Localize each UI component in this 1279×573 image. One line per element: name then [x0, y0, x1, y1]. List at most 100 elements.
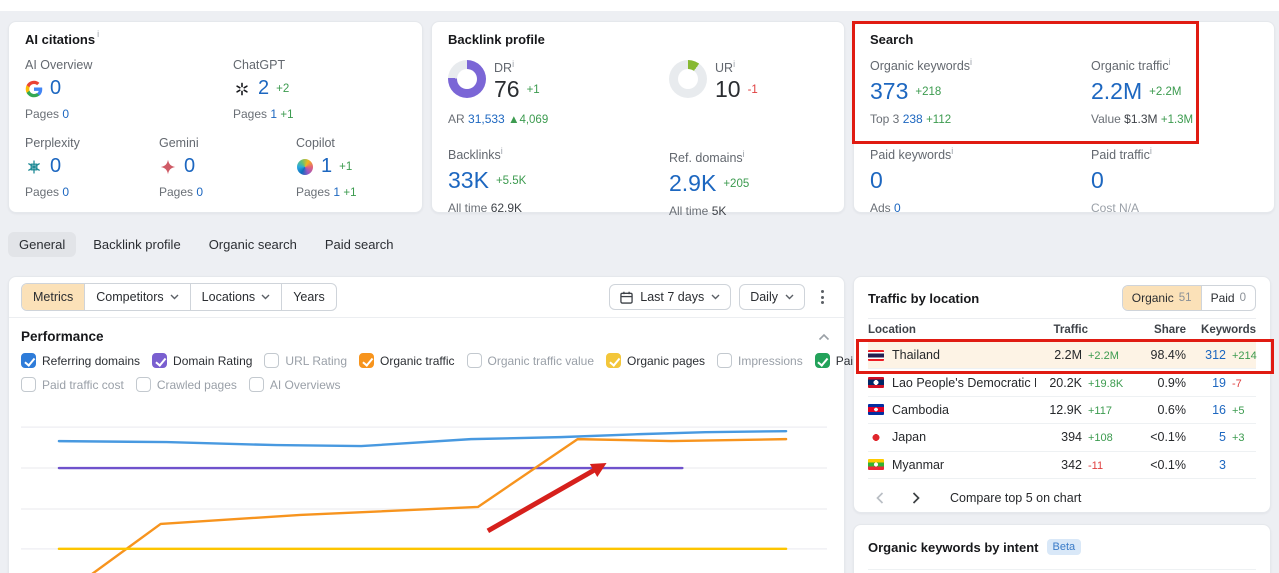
info-icon[interactable]: i: [1169, 57, 1171, 67]
metric-value[interactable]: 0: [50, 155, 61, 178]
date-range-button[interactable]: Last 7 days: [609, 284, 732, 310]
checkbox-box[interactable]: [248, 377, 264, 392]
tab-general[interactable]: General: [8, 232, 77, 257]
checkbox-organic-pages[interactable]: Organic pages: [606, 353, 705, 368]
checkbox-box[interactable]: [264, 353, 280, 368]
info-icon[interactable]: i: [512, 59, 514, 69]
metric-value[interactable]: 2: [258, 77, 269, 100]
checkbox-domain-rating[interactable]: Domain Rating: [152, 353, 252, 368]
metric-value[interactable]: 0: [184, 155, 195, 178]
paid-toggle[interactable]: Paid 0: [1202, 286, 1255, 310]
prev-page-button[interactable]: [868, 490, 892, 506]
compare-top5-link[interactable]: Compare top 5 on chart: [950, 491, 1081, 505]
checkbox-organic-traffic[interactable]: Organic traffic: [359, 353, 455, 368]
traffic-delta: +2.2M: [1088, 350, 1119, 363]
ads-value[interactable]: 0: [894, 201, 901, 215]
keywords-value[interactable]: 312: [1186, 348, 1226, 362]
table-row-thailand[interactable]: Thailand 2.2M +2.2M 98.4% 312 +214: [868, 342, 1257, 370]
ai-overview-block: AI Overview 0 Pages 0: [25, 58, 233, 121]
checkbox-impressions[interactable]: Impressions: [717, 353, 803, 368]
perplexity-icon: [25, 158, 43, 176]
checkbox-box[interactable]: [717, 353, 733, 368]
paid-keywords-label: Paid keywords: [870, 148, 952, 163]
top3-value[interactable]: 238: [903, 112, 923, 126]
tab-organic-search[interactable]: Organic search: [198, 232, 308, 257]
ref-domains-value[interactable]: 2.9K: [669, 170, 716, 197]
pages-label: Pages: [296, 185, 331, 199]
next-page-button[interactable]: [904, 490, 928, 506]
info-icon[interactable]: i: [970, 57, 972, 67]
keywords-value[interactable]: 16: [1186, 403, 1226, 417]
dr-value: 76: [494, 76, 520, 103]
collapse-chevron-up-icon[interactable]: [818, 333, 830, 341]
checkbox-box[interactable]: [152, 353, 168, 368]
tab-backlink-profile[interactable]: Backlink profile: [82, 232, 191, 257]
table-row-myanmar[interactable]: Myanmar 342 -11 <0.1% 3: [868, 452, 1256, 479]
checkbox-box[interactable]: [466, 353, 482, 368]
performance-chart[interactable]: [17, 401, 837, 573]
performance-panel: Metrics Competitors Locations Years Last…: [8, 276, 892, 573]
info-icon[interactable]: i: [743, 149, 745, 159]
metrics-button[interactable]: Metrics: [22, 284, 86, 310]
checkbox-box[interactable]: [606, 353, 621, 368]
keywords-value[interactable]: 19: [1186, 376, 1226, 390]
pages-value[interactable]: 0: [62, 185, 69, 199]
checkbox-box[interactable]: [359, 353, 375, 368]
info-icon[interactable]: i: [501, 146, 503, 156]
checkbox-box[interactable]: [814, 353, 830, 368]
pages-value[interactable]: 0: [62, 107, 69, 121]
location-name: Thailand: [892, 348, 940, 363]
info-icon[interactable]: i: [1150, 146, 1152, 156]
pages-delta: +1: [343, 187, 357, 199]
organic-keywords-label: Organic keywords: [870, 59, 971, 74]
dashboard-page: AI citations i AI Overview 0 Pages 0 Cha…: [0, 0, 1279, 573]
paid-keywords-value[interactable]: 0: [870, 167, 883, 194]
ur-block: URi 10 -1 Ref. domainsi 2.9K +205 All time…: [669, 57, 758, 218]
checkbox-url-rating[interactable]: URL Rating: [264, 353, 347, 368]
metric-label: Gemini: [159, 136, 199, 150]
tab-paid-search[interactable]: Paid search: [314, 232, 405, 257]
pages-value[interactable]: 1: [333, 185, 340, 199]
metric-filter-group: Metrics Competitors Locations Years: [21, 283, 337, 311]
checkbox-crawled-pages[interactable]: Crawled pages: [135, 377, 237, 392]
pages-value[interactable]: 1: [270, 107, 277, 121]
granularity-button[interactable]: Daily: [739, 284, 805, 310]
checkbox-organic-traffic-value[interactable]: Organic traffic value: [466, 353, 594, 368]
locations-button[interactable]: Locations: [191, 284, 283, 310]
competitors-button[interactable]: Competitors: [85, 284, 191, 310]
table-header: Location Traffic Share Keywords: [868, 318, 1256, 342]
keywords-value[interactable]: 5: [1186, 430, 1226, 444]
info-icon[interactable]: i: [733, 59, 735, 69]
paid-traffic-value[interactable]: 0: [1091, 167, 1104, 194]
ar-value[interactable]: 31,533: [468, 112, 505, 126]
table-row-japan[interactable]: Japan 394 +108 <0.1% 5 +3: [868, 424, 1256, 452]
checkbox-box[interactable]: [21, 353, 36, 368]
checkbox-box[interactable]: [135, 377, 151, 392]
years-button[interactable]: Years: [282, 284, 336, 310]
flag-japan-icon: [868, 431, 884, 443]
keywords-value[interactable]: 3: [1186, 458, 1226, 472]
granularity-label: Daily: [750, 290, 778, 304]
pages-value[interactable]: 0: [196, 185, 203, 199]
info-icon[interactable]: i: [97, 30, 99, 39]
checkbox-label: Organic pages: [627, 353, 706, 368]
traffic-delta: +108: [1088, 432, 1113, 445]
table-row-cambodia[interactable]: Cambodia 12.9K +117 0.6% 16 +5: [868, 397, 1256, 425]
organic-keywords-value[interactable]: 373: [870, 78, 908, 105]
info-icon[interactable]: i: [951, 146, 953, 156]
traffic-value: 20.2K: [1049, 375, 1082, 390]
checkbox-referring-domains[interactable]: Referring domains: [21, 353, 140, 368]
organic-traffic-value[interactable]: 2.2M: [1091, 78, 1142, 105]
organic-traffic-label: Organic traffic: [1091, 59, 1169, 74]
checkbox-paid-traffic-cost[interactable]: Paid traffic cost: [21, 377, 124, 392]
chevron-down-icon: [261, 294, 270, 300]
organic-toggle[interactable]: Organic 51: [1122, 286, 1202, 310]
checkbox-box[interactable]: [21, 377, 36, 392]
more-options-button[interactable]: [813, 285, 832, 309]
metric-value[interactable]: 0: [50, 77, 61, 100]
checkbox-ai-overviews[interactable]: AI Overviews: [248, 377, 341, 392]
value-label: Value: [1091, 112, 1121, 127]
table-row-laos[interactable]: Lao People's Democratic Republic 20.2K +1…: [868, 369, 1256, 397]
backlinks-value[interactable]: 33K: [448, 167, 489, 194]
metric-value[interactable]: 1: [321, 155, 332, 178]
